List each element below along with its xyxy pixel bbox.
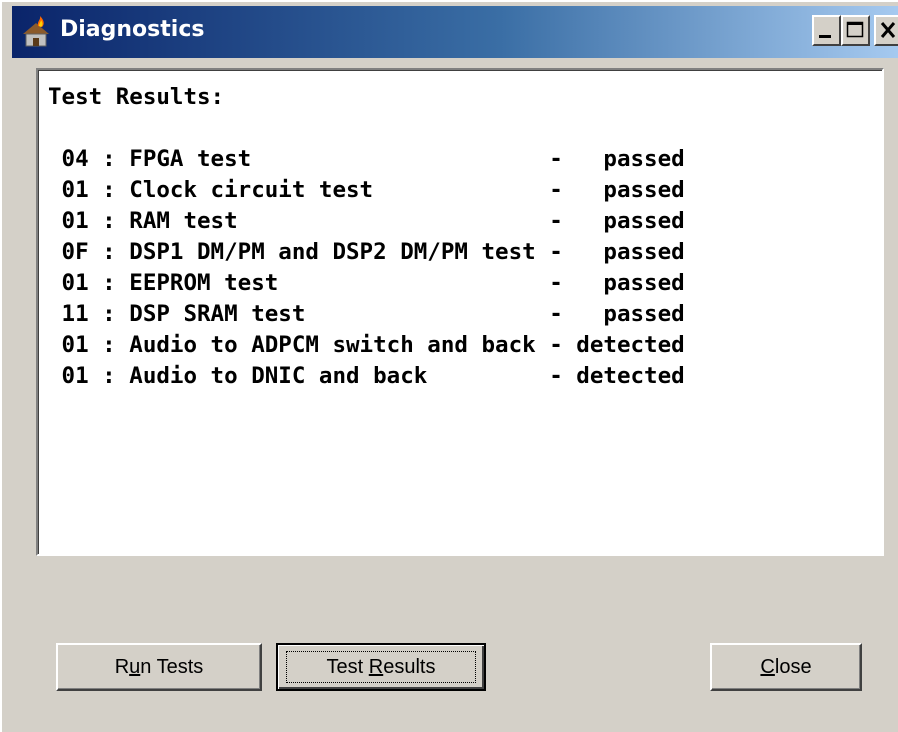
results-line: 01 : EEPROM test - passed — [48, 270, 685, 296]
results-line: 01 : RAM test - passed — [48, 208, 685, 234]
results-line: 04 : FPGA test - passed — [48, 146, 685, 172]
test-results-button[interactable]: Test Results — [276, 643, 486, 691]
results-line: 0F : DSP1 DM/PM and DSP2 DM/PM test - pa… — [48, 239, 685, 265]
minimize-icon — [819, 35, 831, 38]
results-textbox[interactable]: Test Results: 04 : FPGA test - passed 01… — [36, 68, 884, 556]
results-line — [48, 113, 685, 144]
close-button[interactable]: Close — [710, 643, 862, 691]
diagnostics-window: Diagnostics Test Results: 04 : FPGA test… — [0, 0, 898, 732]
minimize-button[interactable] — [812, 15, 841, 46]
close-window-button[interactable] — [874, 15, 898, 46]
maximize-icon — [846, 21, 864, 38]
results-text: Test Results: 04 : FPGA test - passed 01… — [48, 82, 685, 392]
house-flame-icon — [23, 16, 49, 47]
results-line: 01 : Audio to ADPCM switch and back - de… — [48, 332, 685, 358]
close-label: Close — [760, 656, 812, 678]
results-line: 01 : Audio to DNIC and back - detected — [48, 363, 685, 389]
close-icon — [880, 22, 896, 38]
run-tests-button[interactable]: Run Tests — [56, 643, 262, 691]
results-line: 01 : Clock circuit test - passed — [48, 177, 685, 203]
window-title: Diagnostics — [60, 17, 205, 42]
maximize-button[interactable] — [841, 15, 870, 46]
run-tests-label: Run Tests — [114, 656, 204, 678]
title-bar[interactable]: Diagnostics — [12, 6, 898, 58]
results-line: Test Results: — [48, 84, 225, 110]
results-line: 11 : DSP SRAM test - passed — [48, 301, 685, 327]
focus-rectangle — [286, 651, 476, 683]
